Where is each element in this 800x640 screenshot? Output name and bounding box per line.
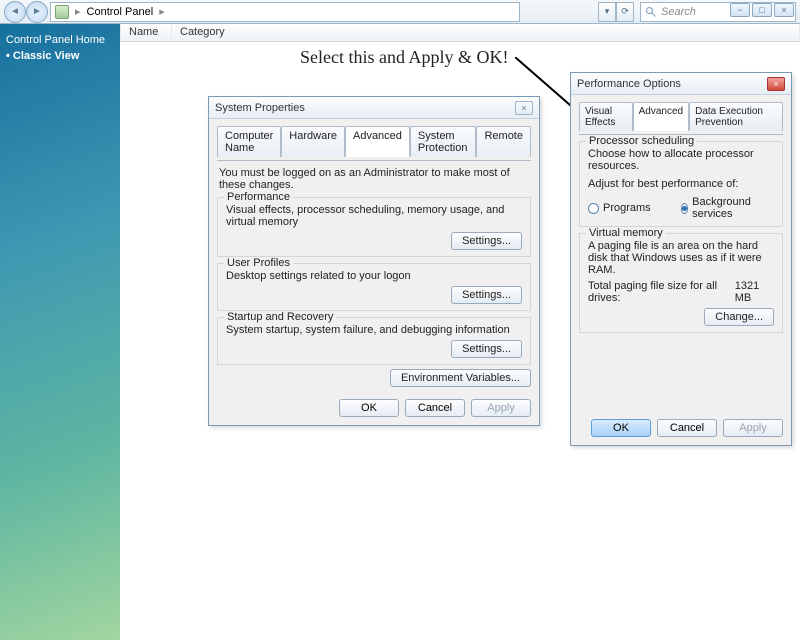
close-window-button[interactable]: × (774, 3, 794, 17)
column-headers: Name Category (120, 24, 800, 42)
environment-variables-button[interactable]: Environment Variables... (390, 369, 531, 387)
dialog-buttons: OK Cancel Apply (209, 393, 539, 425)
refresh-button[interactable]: ⟳ (616, 2, 634, 22)
startup-recovery-group: Startup and Recovery System startup, sys… (217, 317, 531, 365)
tab-computer-name[interactable]: Computer Name (217, 126, 281, 157)
sidebar-home-link[interactable]: Control Panel Home (6, 32, 114, 48)
breadcrumb[interactable]: ▸ Control Panel ▸ (50, 2, 520, 22)
radio-icon (681, 203, 688, 214)
sidebar: Control Panel Home Classic View (0, 24, 120, 640)
group-desc: Choose how to allocate processor resourc… (588, 148, 774, 172)
apply-button[interactable]: Apply (723, 419, 783, 437)
cancel-button[interactable]: Cancel (657, 419, 717, 437)
tab-system-protection[interactable]: System Protection (410, 126, 477, 157)
apply-button[interactable]: Apply (471, 399, 531, 417)
minimize-button[interactable]: − (730, 3, 750, 17)
system-properties-tabs: Computer Name Hardware Advanced System P… (217, 125, 531, 156)
tab-advanced[interactable]: Advanced (633, 102, 689, 131)
control-panel-icon (55, 5, 69, 19)
breadcrumb-dropdown-button[interactable]: ▾ (598, 2, 616, 22)
close-button[interactable]: × (515, 101, 533, 115)
total-paging-value: 1321 MB (735, 280, 774, 304)
annotation-text: Select this and Apply & OK! (300, 47, 508, 68)
radio-label: Background services (692, 196, 754, 220)
radio-programs[interactable]: Programs (588, 196, 651, 220)
group-desc: Desktop settings related to your logon (226, 270, 522, 282)
nav-back-button[interactable]: ◄ (4, 1, 26, 23)
admin-note: You must be logged on as an Administrato… (219, 167, 531, 191)
startup-settings-button[interactable]: Settings... (451, 340, 522, 358)
adjust-label: Adjust for best performance of: (588, 178, 774, 190)
performance-settings-button[interactable]: Settings... (451, 232, 522, 250)
group-desc: Visual effects, processor scheduling, me… (226, 204, 522, 228)
dialog-titlebar[interactable]: System Properties × (209, 97, 539, 119)
chevron-right-icon: ▸ (75, 5, 81, 18)
group-title: Startup and Recovery (224, 311, 336, 323)
radio-icon (588, 203, 599, 214)
radio-label: Programs (603, 202, 651, 214)
performance-group: Performance Visual effects, processor sc… (217, 197, 531, 257)
nav-buttons: ◄ ► (4, 1, 48, 23)
group-title: User Profiles (224, 257, 293, 269)
group-title: Virtual memory (586, 227, 666, 239)
ok-button[interactable]: OK (339, 399, 399, 417)
group-desc: A paging file is an area on the hard dis… (588, 240, 774, 276)
group-title: Performance (224, 191, 293, 203)
tab-remote[interactable]: Remote (476, 126, 531, 157)
system-properties-dialog: System Properties × Computer Name Hardwa… (208, 96, 540, 426)
dialog-buttons: OK Cancel Apply (571, 413, 791, 445)
tab-hardware[interactable]: Hardware (281, 126, 345, 157)
search-icon (645, 6, 657, 18)
dialog-title-text: System Properties (215, 102, 305, 114)
performance-options-dialog: Performance Options × Visual Effects Adv… (570, 72, 792, 446)
ok-button[interactable]: OK (591, 419, 651, 437)
user-profiles-group: User Profiles Desktop settings related t… (217, 263, 531, 311)
user-profiles-settings-button[interactable]: Settings... (451, 286, 522, 304)
change-button[interactable]: Change... (704, 308, 774, 326)
tab-visual-effects[interactable]: Visual Effects (579, 102, 633, 131)
total-paging-label: Total paging file size for all drives: (588, 280, 735, 304)
performance-options-tabs: Visual Effects Advanced Data Execution P… (579, 101, 783, 130)
close-button[interactable]: × (767, 77, 785, 91)
column-category[interactable]: Category (172, 24, 800, 41)
tab-advanced[interactable]: Advanced (345, 126, 410, 157)
sidebar-classic-view-link[interactable]: Classic View (6, 48, 114, 64)
dialog-titlebar[interactable]: Performance Options × (571, 73, 791, 95)
column-name[interactable]: Name (120, 24, 172, 41)
cancel-button[interactable]: Cancel (405, 399, 465, 417)
virtual-memory-group: Virtual memory A paging file is an area … (579, 233, 783, 333)
breadcrumb-item[interactable]: Control Panel (87, 6, 154, 18)
group-desc: System startup, system failure, and debu… (226, 324, 522, 336)
content-area: Select this and Apply & OK! System Prope… (120, 42, 800, 640)
dialog-title-text: Performance Options (577, 78, 681, 90)
group-title: Processor scheduling (586, 135, 697, 147)
address-bar: ◄ ► ▸ Control Panel ▸ ▾ ⟳ Search − □ × (0, 0, 800, 24)
search-placeholder: Search (661, 6, 696, 18)
tab-dep[interactable]: Data Execution Prevention (689, 102, 783, 131)
nav-forward-button[interactable]: ► (26, 1, 48, 23)
window-controls: − □ × (730, 3, 794, 17)
radio-background-services[interactable]: Background services (681, 196, 755, 220)
maximize-button[interactable]: □ (752, 3, 772, 17)
processor-scheduling-group: Processor scheduling Choose how to alloc… (579, 141, 783, 227)
chevron-right-icon: ▸ (159, 5, 165, 18)
